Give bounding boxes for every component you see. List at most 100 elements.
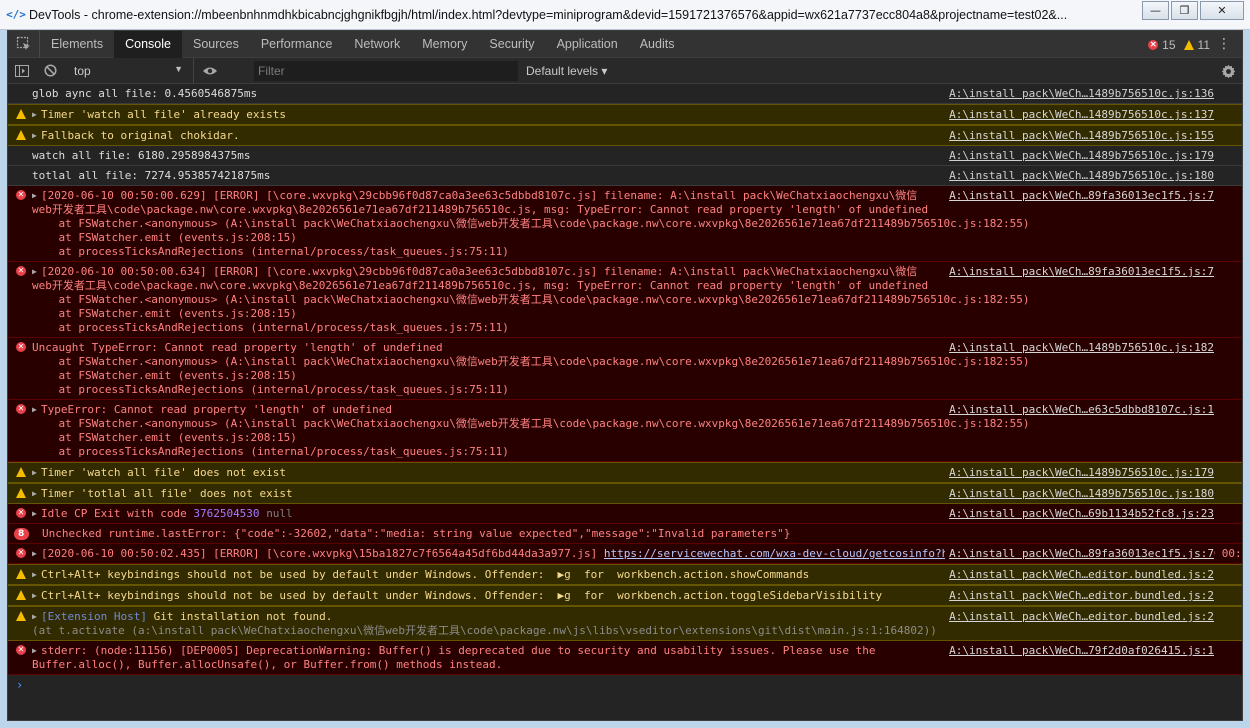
minimize-button[interactable]: — <box>1142 1 1169 20</box>
message-source-link[interactable]: A:\install pack\WeCh…89fa36013ec1f5.js:7 <box>945 547 1214 561</box>
console-message-error[interactable]: ✕ Uncaught TypeError: Cannot read propert… <box>8 338 1242 400</box>
close-button[interactable]: ✕ <box>1200 1 1244 20</box>
message-source-link[interactable]: A:\install pack\WeCh…e63c5dbbd8107c.js:1 <box>945 403 1214 417</box>
console-message-warn[interactable]: ▶ [Extension Host] Git installation not f… <box>8 606 1242 641</box>
expand-triangle-icon[interactable]: ▶ <box>32 610 41 624</box>
warning-icon <box>16 611 26 621</box>
error-icon: ✕ <box>16 548 26 558</box>
console-message-error[interactable]: 8 Unchecked runtime.lastError: {"code":-3… <box>8 524 1242 544</box>
live-expression-button[interactable] <box>196 58 224 84</box>
console-message-warn[interactable]: ▶ Ctrl+Alt+ keybindings should not be use… <box>8 585 1242 606</box>
console-message-error[interactable]: ✕ ▶ [2020-06-10 00:50:00.634] [ERROR] [\co… <box>8 262 1242 338</box>
message-source-link[interactable]: A:\install pack\WeCh…1489b756510c.js:136 <box>945 87 1214 101</box>
inspect-element-button[interactable] <box>8 30 40 58</box>
more-options-icon[interactable]: ⋮ <box>1217 36 1231 52</box>
message-source-link[interactable]: A:\install pack\WeCh…1489b756510c.js:180 <box>945 169 1214 183</box>
console-message-warn[interactable]: ▶ Fallback to original chokidar. A:\instal… <box>8 125 1242 146</box>
message-source-link[interactable]: A:\install pack\WeCh…89fa36013ec1f5.js:7 <box>945 189 1214 203</box>
message-text: [2020-06-10 00:50:00.634] [ERROR] [\core… <box>32 265 1030 334</box>
console-message-warn[interactable]: ▶ Timer 'watch all file' already exists A:… <box>8 104 1242 125</box>
message-text: Uncaught TypeError: Cannot read property… <box>32 341 1030 396</box>
error-icon: ✕ <box>16 266 26 276</box>
message-source-link[interactable]: A:\install pack\WeCh…1489b756510c.js:155 <box>945 129 1214 143</box>
message-source-link[interactable]: A:\install pack\WeCh…editor.bundled.js:2 <box>945 568 1214 582</box>
tab-audits[interactable]: Audits <box>629 31 686 58</box>
expand-triangle-icon[interactable]: ▶ <box>32 108 41 122</box>
expand-triangle-icon[interactable]: ▶ <box>32 644 41 658</box>
message-source-link[interactable]: A:\install pack\WeCh…79f2d0af026415.js:1 <box>945 644 1214 658</box>
message-source-link[interactable]: A:\install pack\WeCh…editor.bundled.js:2 <box>945 589 1214 603</box>
expand-triangle-icon[interactable]: ▶ <box>32 129 41 143</box>
message-source-link[interactable]: A:\install pack\WeCh…1489b756510c.js:180 <box>945 487 1214 501</box>
expand-triangle-icon[interactable]: ▶ <box>32 189 41 203</box>
error-count-icon: ✕ <box>1148 39 1159 50</box>
tab-console[interactable]: Console <box>114 30 182 58</box>
message-link[interactable]: https://servicewechat.com/wxa-dev-cloud/… <box>604 547 1001 560</box>
message-text: Ctrl+Alt+ keybindings should not be used… <box>41 568 810 581</box>
message-text: [2020-06-10 00:50:02.435] [ERROR] [\core… <box>41 547 604 560</box>
message-source-link[interactable]: A:\install pack\WeCh…1489b756510c.js:179 <box>945 149 1214 163</box>
console-toolbar: top ▼ Default levels ▾ <box>8 57 1242 84</box>
expand-triangle-icon[interactable]: ▶ <box>32 265 41 279</box>
console-message-warn[interactable]: ▶ Timer 'totlal all file' does not exist A… <box>8 483 1242 504</box>
console-message-error[interactable]: ✕ ▶ Idle CP Exit with code 3762504530 null… <box>8 504 1242 524</box>
tab-network[interactable]: Network <box>343 31 411 58</box>
log-levels-dropdown[interactable]: Default levels ▾ <box>526 64 607 78</box>
message-source-link[interactable]: A:\install pack\WeCh…1489b756510c.js:182 <box>945 341 1214 355</box>
expand-triangle-icon[interactable]: ▶ <box>32 487 41 501</box>
message-source-link[interactable]: A:\install pack\WeCh…1489b756510c.js:179 <box>945 466 1214 480</box>
message-text-continued: (at t.activate (a:\install pack\WeChatxi… <box>32 624 937 637</box>
message-text: Timer 'watch all file' already exists <box>41 108 287 121</box>
tab-application[interactable]: Application <box>546 31 629 58</box>
maximize-button[interactable]: ❐ <box>1171 1 1198 20</box>
tab-performance[interactable]: Performance <box>250 31 344 58</box>
context-selector[interactable]: top ▼ <box>64 57 194 84</box>
console-message-log[interactable]: glob aync all file: 0.4560546875ms A:\ins… <box>8 84 1242 104</box>
sidebar-toggle-button[interactable] <box>8 58 36 84</box>
expand-triangle-icon[interactable]: ▶ <box>32 507 41 521</box>
tab-sources[interactable]: Sources <box>182 31 250 58</box>
devtools-panel: Elements Console Sources Performance Network… <box>7 30 1243 721</box>
window-titlebar: </> DevTools - chrome-extension://mbeenb… <box>0 0 1250 30</box>
message-source-link[interactable]: A:\install pack\WeCh…89fa36013ec1f5.js:7 <box>945 265 1214 279</box>
console-message-error[interactable]: ✕ ▶ [2020-06-10 00:50:02.435] [ERROR] [\co… <box>8 544 1242 564</box>
clear-console-button[interactable] <box>36 58 64 84</box>
console-settings-button[interactable] <box>1218 61 1238 81</box>
sidebar-toggle-icon <box>15 64 29 77</box>
error-icon: ✕ <box>16 342 26 352</box>
message-text: Ctrl+Alt+ keybindings should not be used… <box>41 589 883 602</box>
message-source-link[interactable]: A:\install pack\WeCh…1489b756510c.js:137 <box>945 108 1214 122</box>
issue-counts[interactable]: ✕ 15 11 <box>1148 31 1210 58</box>
message-text: Idle CP Exit with code <box>41 507 194 520</box>
message-text: watch all file: 6180.2958984375ms <box>32 149 251 162</box>
console-message-error[interactable]: ✕ ▶ [2020-06-10 00:50:00.629] [ERROR] [\co… <box>8 186 1242 262</box>
console-prompt[interactable]: › <box>8 675 1242 715</box>
expand-triangle-icon[interactable]: ▶ <box>32 589 41 603</box>
console-message-log[interactable]: watch all file: 6180.2958984375ms A:\inst… <box>8 146 1242 166</box>
tab-memory[interactable]: Memory <box>411 31 478 58</box>
filter-input[interactable] <box>254 60 518 81</box>
warning-icon <box>16 590 26 600</box>
expand-triangle-icon[interactable]: ▶ <box>32 547 41 561</box>
message-text: Timer 'watch all file' does not exist <box>41 466 287 479</box>
expand-triangle-icon[interactable]: ▶ <box>32 403 41 417</box>
message-text: [2020-06-10 00:50:00.629] [ERROR] [\core… <box>32 189 1030 258</box>
message-text: totlal all file: 7274.953857421875ms <box>32 169 271 182</box>
console-message-log[interactable]: totlal all file: 7274.953857421875ms A:\i… <box>8 166 1242 186</box>
console-message-error[interactable]: ✕ ▶ TypeError: Cannot read property 'lengt… <box>8 400 1242 462</box>
warning-count: 11 <box>1197 37 1210 52</box>
tab-elements[interactable]: Elements <box>40 31 114 58</box>
error-count: 15 <box>1162 37 1176 52</box>
message-source-link[interactable]: A:\install pack\WeCh…69b1134b52fc8.js:23 <box>945 507 1214 521</box>
expand-triangle-icon[interactable]: ▶ <box>32 568 41 582</box>
message-text: TypeError: Cannot read property 'length'… <box>41 403 1030 458</box>
warning-icon <box>16 569 26 579</box>
devtools-logo-icon: </> <box>6 8 26 21</box>
console-message-warn[interactable]: ▶ Timer 'watch all file' does not exist A:… <box>8 462 1242 483</box>
message-source-link[interactable]: A:\install pack\WeCh…editor.bundled.js:2 <box>945 610 1214 624</box>
tab-security[interactable]: Security <box>478 31 545 58</box>
expand-triangle-icon[interactable]: ▶ <box>32 466 41 480</box>
console-message-warn[interactable]: ▶ Ctrl+Alt+ keybindings should not be use… <box>8 564 1242 585</box>
console-message-error[interactable]: ✕ ▶ stderr: (node:11156) [DEP0005] Depreca… <box>8 641 1242 675</box>
error-icon: ✕ <box>16 508 26 518</box>
